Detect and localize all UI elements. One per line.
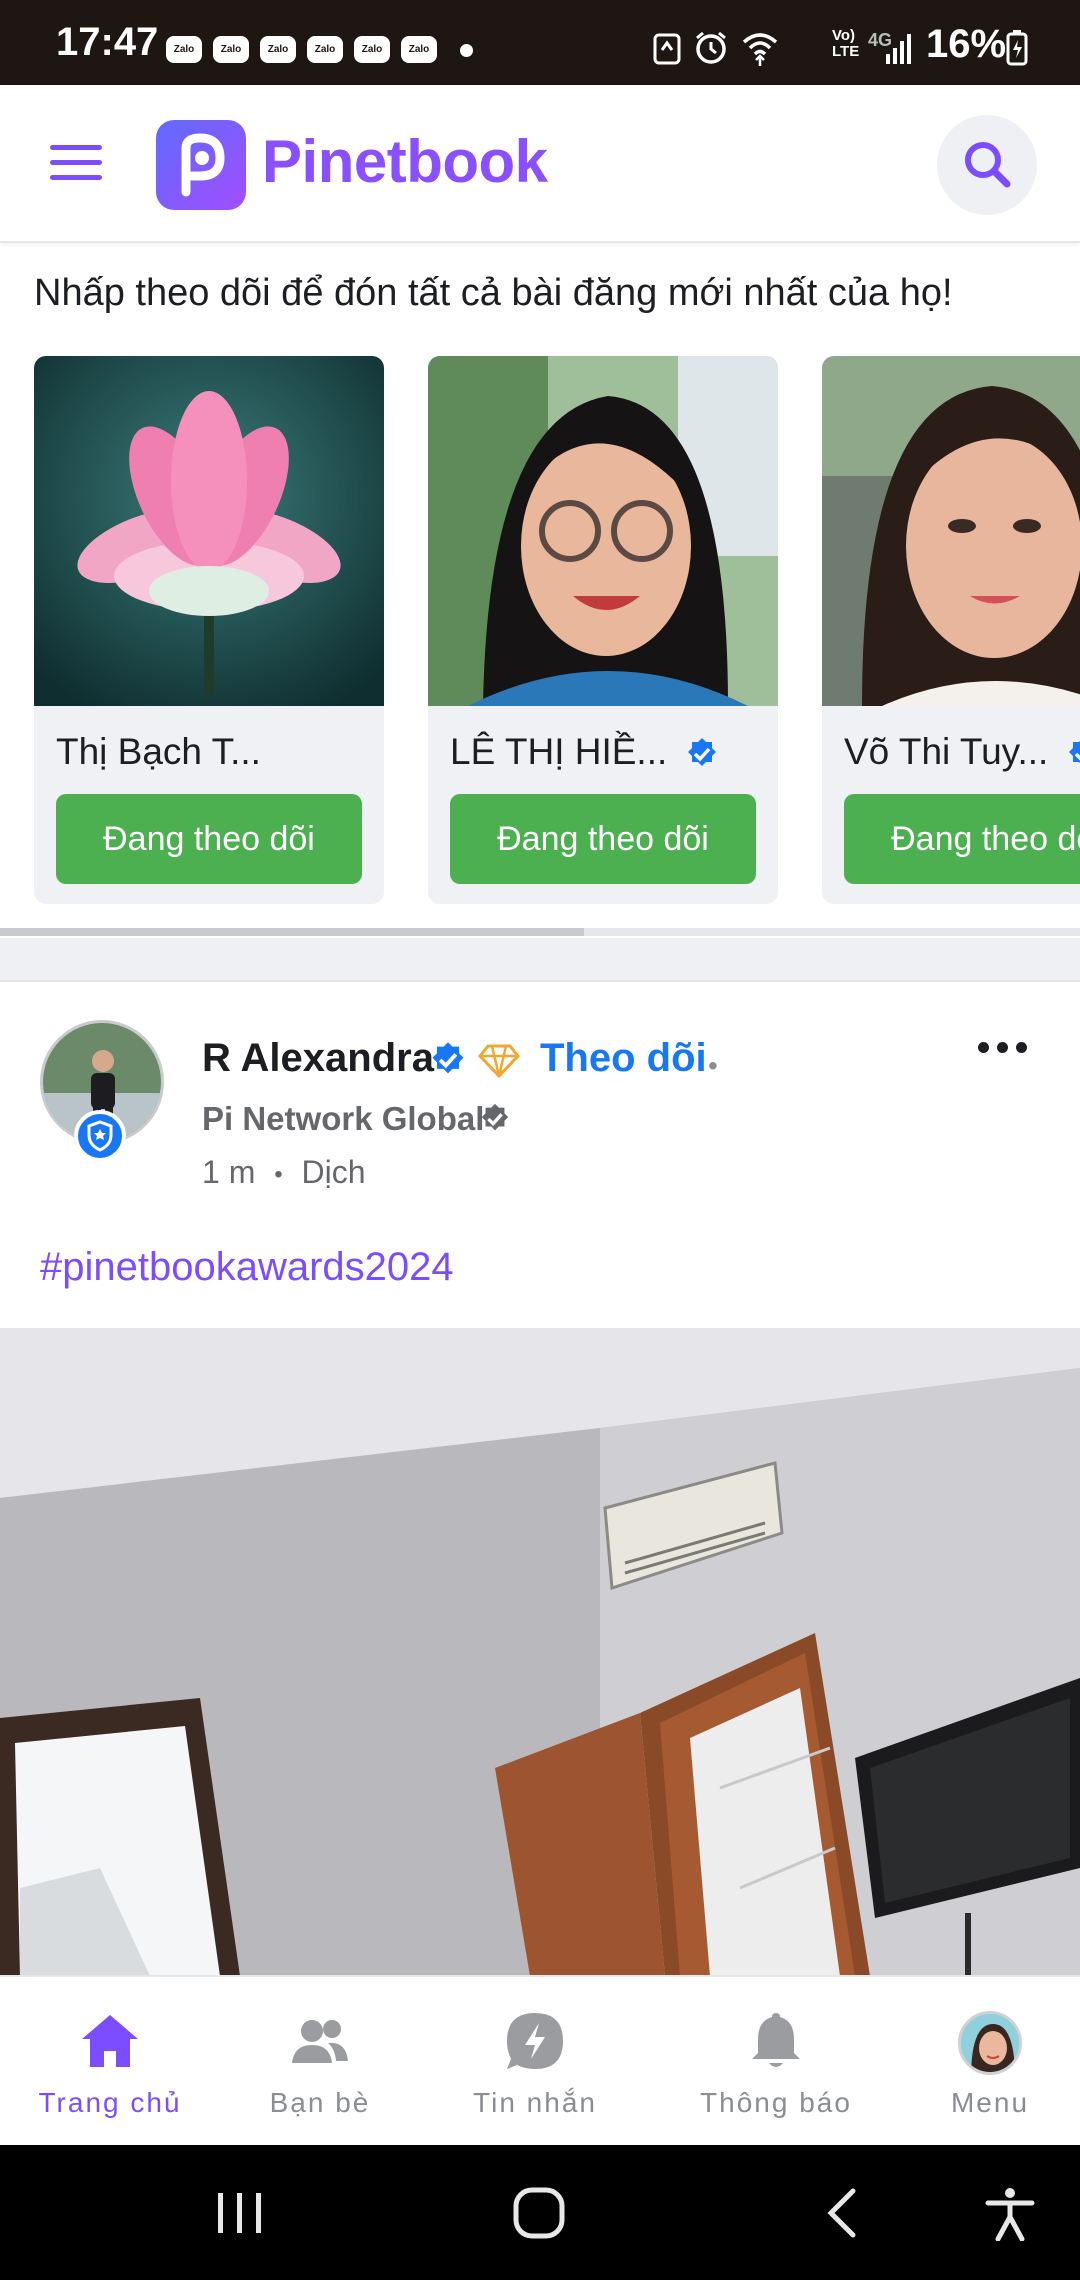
- friends-icon: [292, 2020, 348, 2063]
- more-options-icon[interactable]: [978, 1040, 1038, 1070]
- recycle-icon: [653, 33, 681, 65]
- verified-badge-icon: [1068, 740, 1080, 764]
- app-name: Pinetbook: [262, 128, 548, 195]
- diamond-icon: [478, 1044, 520, 1079]
- suggestion-card[interactable]: Thị Bạch T... Đang theo dõi: [34, 356, 384, 904]
- carousel-scroll-thumb[interactable]: [0, 928, 584, 936]
- nav-friends[interactable]: Bạn bè: [230, 1977, 410, 2147]
- signal-icon: [886, 34, 911, 64]
- separator-dot: •: [708, 1050, 718, 1081]
- separator-dot: •: [274, 1160, 283, 1188]
- wifi-icon: [742, 33, 778, 66]
- accessibility-icon[interactable]: [982, 2185, 1038, 2241]
- search-button[interactable]: [937, 115, 1037, 215]
- home-button-icon[interactable]: [511, 2185, 567, 2241]
- recent-apps-icon[interactable]: [212, 2185, 268, 2241]
- nav-label-menu: Menu: [950, 2087, 1030, 2118]
- post-group-name[interactable]: Pi Network Global: [202, 1100, 484, 1138]
- following-button[interactable]: Đang theo dõi: [56, 794, 362, 884]
- status-time: 17:47: [56, 20, 159, 64]
- suggestion-card[interactable]: Võ Thi Tuy... Đang theo dõi: [822, 356, 1080, 904]
- search-icon: [965, 142, 1011, 188]
- messages-icon: [507, 2013, 563, 2069]
- following-button[interactable]: Đang theo dõi: [450, 794, 756, 884]
- avatar: [958, 2011, 1022, 2075]
- battery-level: 16%: [926, 22, 1007, 66]
- bottom-navigation: Trang chủ Bạn bè Tin nhắn Thông báo Menu: [0, 1975, 1080, 2145]
- following-button[interactable]: Đang theo dõi: [844, 794, 1080, 884]
- nav-notifications[interactable]: Thông báo: [676, 1977, 876, 2147]
- section-divider: [0, 938, 1080, 982]
- verified-badge-icon: [432, 1042, 464, 1074]
- bell-icon: [752, 2013, 800, 2067]
- more-notifications-dot: [460, 44, 473, 57]
- suggestion-name[interactable]: LÊ THỊ HIỀ...: [450, 731, 720, 773]
- profile-photo[interactable]: [428, 356, 778, 706]
- follow-suggestions-carousel[interactable]: Thị Bạch T... Đang theo dõi LÊ THỊ HIỀ..…: [0, 356, 1080, 906]
- nav-home[interactable]: Trang chủ: [20, 1977, 200, 2147]
- suggestion-card[interactable]: LÊ THỊ HIỀ... Đang theo dõi: [428, 356, 778, 904]
- nav-label-notifications: Thông báo: [700, 2087, 852, 2118]
- zalo-notification-icon: Zalo: [213, 36, 249, 63]
- volte-label: Vo) LTE: [832, 27, 860, 60]
- profile-photo[interactable]: [822, 356, 1080, 706]
- nav-menu[interactable]: Menu: [910, 1977, 1070, 2147]
- hamburger-menu-icon[interactable]: [50, 145, 102, 181]
- zalo-notification-icon: Zalo: [354, 36, 390, 63]
- post-meta: 1 m • Dịch: [202, 1154, 366, 1191]
- app-header: Pinetbook: [0, 85, 1080, 243]
- back-icon[interactable]: [815, 2185, 871, 2241]
- zalo-notification-icon: Zalo: [307, 36, 343, 63]
- home-icon: [82, 2015, 138, 2067]
- post-author-name[interactable]: R Alexandra: [202, 1036, 434, 1081]
- nav-label-home: Trang chủ: [38, 2087, 182, 2118]
- system-navigation-bar: [0, 2145, 1080, 2280]
- translate-link[interactable]: Dịch: [302, 1154, 366, 1190]
- post-image[interactable]: [0, 1328, 1080, 1976]
- nav-label-messages: Tin nhắn: [473, 2087, 597, 2118]
- suggestions-title: Nhấp theo dõi để đón tất cả bài đăng mới…: [34, 272, 953, 314]
- zalo-notification-icon: Zalo: [260, 36, 296, 63]
- post-time[interactable]: 1 m: [202, 1154, 255, 1190]
- verified-badge-icon: [481, 1103, 509, 1131]
- nav-label-friends: Bạn bè: [269, 2087, 371, 2118]
- shield-badge-icon: [74, 1110, 126, 1162]
- profile-photo[interactable]: [34, 356, 384, 706]
- verified-badge-icon: [687, 738, 716, 767]
- zalo-notification-icon: Zalo: [401, 36, 437, 63]
- status-bar: 17:47 Zalo Zalo Zalo Zalo Zalo Zalo Vo) …: [0, 0, 1080, 85]
- zalo-notification-icon: Zalo: [166, 36, 202, 63]
- alarm-icon: [696, 31, 726, 64]
- suggestion-name[interactable]: Võ Thi Tuy...: [844, 731, 1080, 773]
- pinetbook-logo[interactable]: [156, 120, 246, 210]
- follow-link[interactable]: Theo dõi: [540, 1036, 707, 1081]
- battery-charging-icon: [1006, 30, 1028, 66]
- carousel-scrollbar[interactable]: [0, 928, 1080, 936]
- nav-messages[interactable]: Tin nhắn: [445, 1977, 625, 2147]
- post-hashtag[interactable]: #pinetbookawards2024: [40, 1245, 454, 1290]
- suggestion-name[interactable]: Thị Bạch T...: [56, 731, 261, 773]
